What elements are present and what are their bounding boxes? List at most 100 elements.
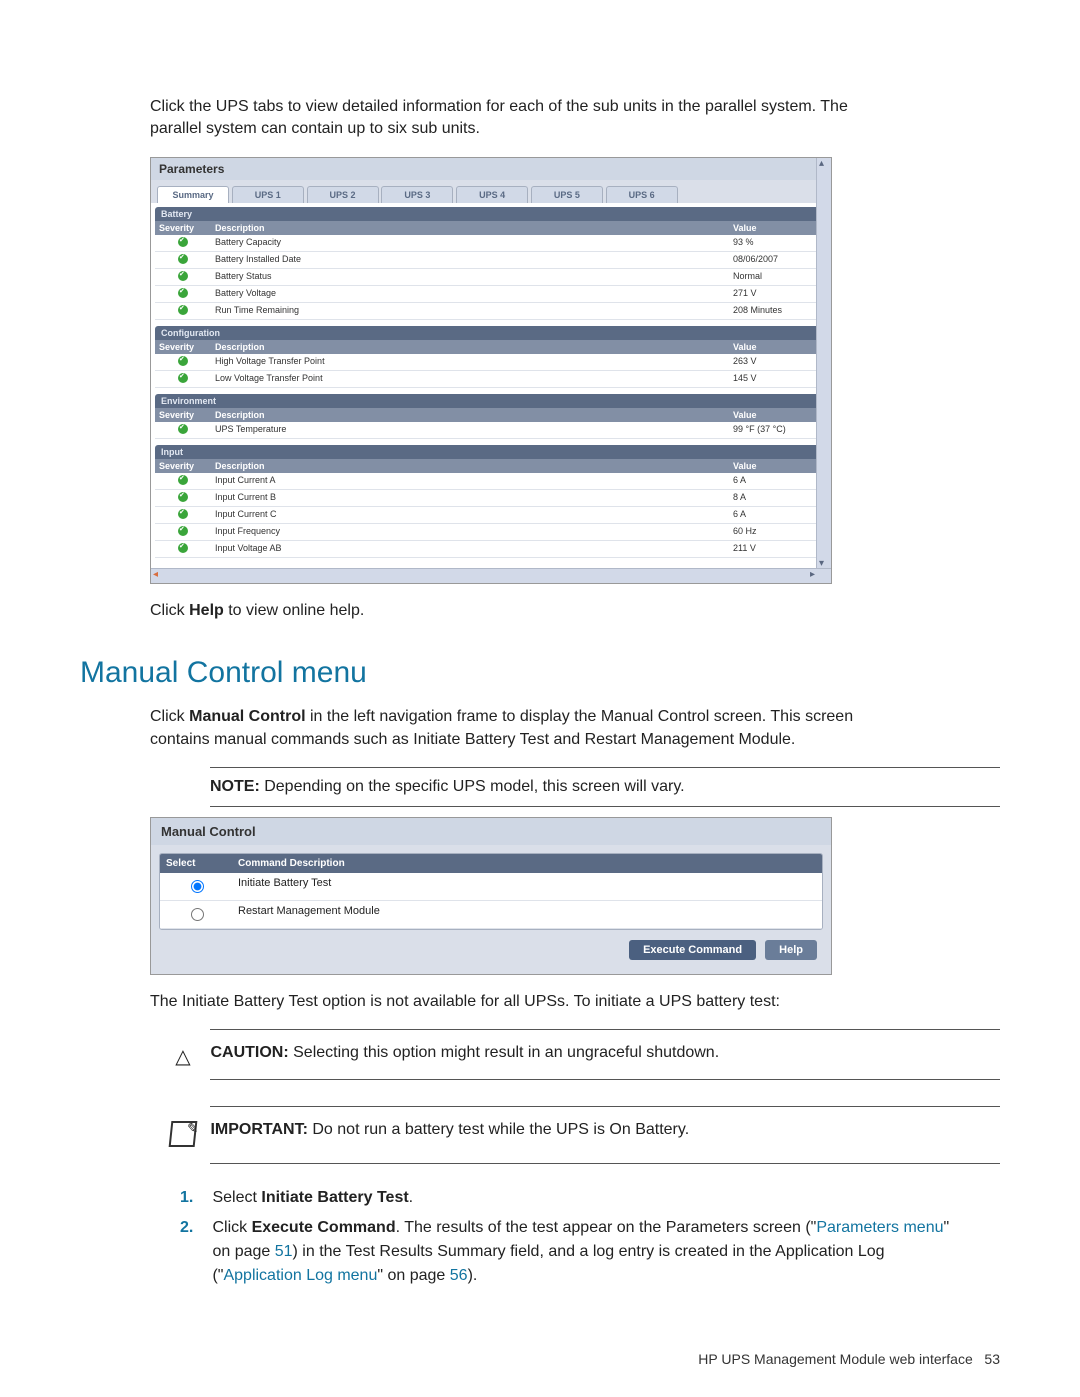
s2l2[interactable]: 51 — [275, 1243, 293, 1260]
param-desc: Input Current A — [211, 473, 729, 489]
tab-ups5[interactable]: UPS 5 — [531, 186, 603, 203]
col-description: Description — [211, 221, 729, 235]
s2l4[interactable]: 56 — [450, 1267, 468, 1284]
param-value: 6 A — [729, 473, 827, 489]
tab-ups1[interactable]: UPS 1 — [232, 186, 304, 203]
col-description: Description — [211, 459, 729, 473]
col-severity: Severity — [155, 408, 211, 422]
col-value: Value — [729, 408, 827, 422]
param-value: 93 % — [729, 235, 827, 251]
row0-desc: Initiate Battery Test — [232, 873, 822, 900]
horizontal-scrollbar[interactable] — [151, 568, 831, 583]
param-row: Input Current B8 A — [155, 490, 827, 507]
radio-restart-module[interactable] — [191, 908, 204, 921]
s1a: Select — [212, 1189, 261, 1206]
after-manual-text: The Initiate Battery Test option is not … — [150, 991, 1000, 1013]
param-desc: Input Frequency — [211, 524, 729, 540]
ok-icon — [178, 475, 188, 485]
param-desc: Run Time Remaining — [211, 303, 729, 319]
important-block: IMPORTANT: Do not run a battery test whi… — [170, 1121, 1000, 1153]
ok-icon — [178, 526, 188, 536]
s1b: . — [409, 1189, 413, 1206]
group-columns: SeverityDescriptionValue — [155, 221, 827, 235]
param-desc: UPS Temperature — [211, 422, 729, 438]
s2b: . The results of the test appear on the … — [396, 1219, 817, 1236]
param-desc: Battery Voltage — [211, 286, 729, 302]
s2l1[interactable]: Parameters menu — [816, 1219, 943, 1236]
intro-text-b: parallel system can contain up to six su… — [150, 120, 480, 137]
manual-row-1[interactable]: Restart Management Module — [160, 901, 822, 929]
param-value: 60 Hz — [729, 524, 827, 540]
caution-label: CAUTION: — [210, 1044, 288, 1061]
group-title-battery: Battery — [155, 207, 827, 221]
parameters-tabs: Summary UPS 1 UPS 2 UPS 3 UPS 4 UPS 5 UP… — [151, 180, 831, 203]
param-desc: High Voltage Transfer Point — [211, 354, 729, 370]
steps-list: 1. Select Initiate Battery Test. 2. Clic… — [180, 1186, 1000, 1288]
ok-icon — [178, 271, 188, 281]
ok-icon — [178, 288, 188, 298]
param-desc: Input Current C — [211, 507, 729, 523]
group-columns: SeverityDescriptionValue — [155, 340, 827, 354]
param-value: 263 V — [729, 354, 827, 370]
col-select: Select — [160, 854, 232, 873]
param-value: 6 A — [729, 507, 827, 523]
manual-title: Manual Control — [151, 818, 831, 845]
param-value: 8 A — [729, 490, 827, 506]
help-button[interactable]: Help — [765, 940, 817, 960]
help-bold: Help — [189, 602, 224, 619]
sb-b: in the left navigation frame to display … — [306, 708, 854, 725]
important-label: IMPORTANT: — [210, 1121, 307, 1138]
param-row: Battery Voltage271 V — [155, 286, 827, 303]
vertical-scrollbar[interactable] — [816, 158, 831, 583]
ok-icon — [178, 356, 188, 366]
execute-command-button[interactable]: Execute Command — [629, 940, 756, 960]
col-value: Value — [729, 459, 827, 473]
param-row: Run Time Remaining208 Minutes — [155, 303, 827, 320]
col-severity: Severity — [155, 221, 211, 235]
s2a: Click — [212, 1219, 251, 1236]
important-text: Do not run a battery test while the UPS … — [308, 1121, 689, 1138]
tab-ups6[interactable]: UPS 6 — [606, 186, 678, 203]
parameters-title: Parameters — [151, 158, 831, 180]
tab-summary[interactable]: Summary — [157, 186, 229, 203]
param-row: Battery Installed Date08/06/2007 — [155, 252, 827, 269]
sb-a: Click — [150, 708, 189, 725]
tab-ups4[interactable]: UPS 4 — [456, 186, 528, 203]
param-row: Input Voltage AB211 V — [155, 541, 827, 558]
intro-text-a: Click the UPS tabs to view detailed info… — [150, 98, 848, 115]
s1bold: Initiate Battery Test — [261, 1189, 408, 1206]
s2bold: Execute Command — [252, 1219, 396, 1236]
s2l3[interactable]: Application Log menu — [223, 1267, 377, 1284]
s2e: " on page — [377, 1267, 449, 1284]
sb-bold: Manual Control — [189, 708, 305, 725]
help-a: Click — [150, 602, 189, 619]
param-row: High Voltage Transfer Point263 V — [155, 354, 827, 371]
radio-initiate-battery-test[interactable] — [191, 880, 204, 893]
col-value: Value — [729, 340, 827, 354]
caution-icon: △ — [170, 1044, 196, 1069]
intro-paragraph: Click the UPS tabs to view detailed info… — [150, 96, 1000, 141]
param-desc: Battery Capacity — [211, 235, 729, 251]
sb-c: contains manual commands such as Initiat… — [150, 731, 795, 748]
caution-text: Selecting this option might result in an… — [289, 1044, 719, 1061]
caution-block: △ CAUTION: Selecting this option might r… — [170, 1044, 1000, 1069]
col-description: Description — [211, 340, 729, 354]
group-title-environment: Environment — [155, 394, 827, 408]
s2f: ). — [468, 1267, 478, 1284]
param-desc: Battery Status — [211, 269, 729, 285]
manual-row-0[interactable]: Initiate Battery Test — [160, 873, 822, 901]
param-value: Normal — [729, 269, 827, 285]
parameters-screenshot: Parameters Summary UPS 1 UPS 2 UPS 3 UPS… — [150, 157, 832, 584]
col-severity: Severity — [155, 340, 211, 354]
tab-ups2[interactable]: UPS 2 — [307, 186, 379, 203]
param-desc: Input Voltage AB — [211, 541, 729, 557]
footer-text: HP UPS Management Module web interface — [698, 1351, 972, 1367]
param-row: Input Frequency60 Hz — [155, 524, 827, 541]
page-footer: HP UPS Management Module web interface 5… — [698, 1351, 1000, 1367]
ok-icon — [178, 509, 188, 519]
tab-ups3[interactable]: UPS 3 — [381, 186, 453, 203]
section-body: Click Manual Control in the left navigat… — [150, 706, 1000, 751]
ok-icon — [178, 237, 188, 247]
group-columns: SeverityDescriptionValue — [155, 408, 827, 422]
param-row: Low Voltage Transfer Point145 V — [155, 371, 827, 388]
